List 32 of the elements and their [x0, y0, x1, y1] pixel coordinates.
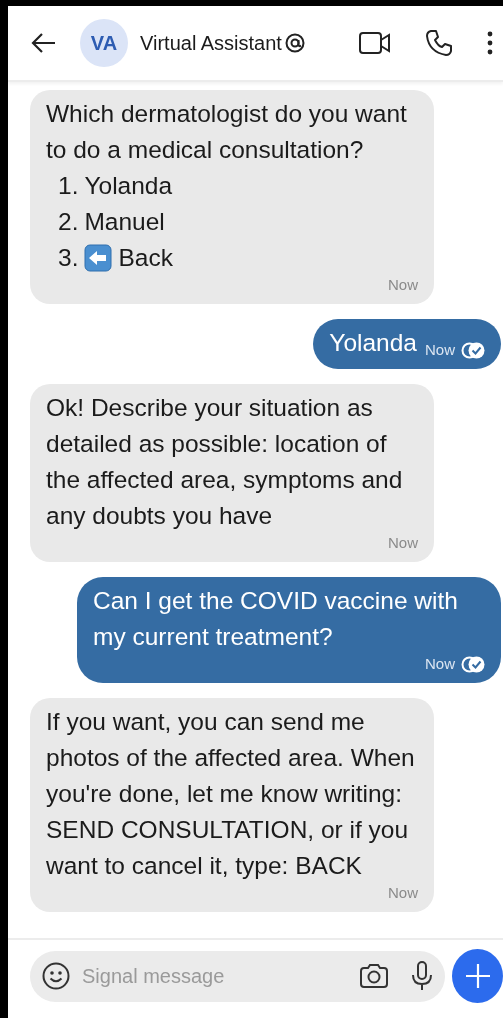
message-time: Now [388, 534, 418, 552]
list-number: 2. [58, 207, 79, 237]
plus-icon [464, 963, 491, 989]
message-input-field[interactable]: Signal message [80, 963, 349, 989]
list-option: Back [118, 240, 173, 276]
more-options-button[interactable] [487, 31, 493, 55]
composer-bar[interactable]: Signal message [30, 950, 445, 1002]
message-time: Now [425, 341, 455, 359]
delivered-icon [461, 341, 485, 359]
camera-icon[interactable] [359, 963, 389, 989]
phone-call-button[interactable] [425, 29, 453, 57]
list-option: Yolanda [84, 168, 173, 204]
delivered-icon [461, 655, 485, 673]
list-option: Manuel [84, 204, 165, 240]
contact-name[interactable]: Virtual Assistant [140, 31, 282, 55]
at-sign-icon [284, 33, 305, 53]
add-attachment-button[interactable] [452, 949, 503, 1003]
back-button[interactable] [30, 32, 56, 54]
emoji-icon[interactable] [42, 962, 70, 990]
video-call-button[interactable] [359, 31, 391, 55]
message-time: Now [388, 276, 418, 294]
message-text: Can I get the COVID vaccine with my current treatment? [93, 586, 459, 652]
message-text: If you want, you can send me photos of the affected area. When you're done, let me know writing: SEND CONSULTATION, or if you want to cancel it, type: BACK [46, 707, 416, 881]
list-number: 1. [58, 171, 79, 201]
message-text: Yolanda [329, 328, 417, 358]
message-text: Which dermatologist do you want to do a medical consultation? [46, 99, 408, 165]
list-number: 3. [58, 243, 79, 273]
avatar[interactable]: VA [80, 19, 128, 67]
microphone-icon[interactable] [411, 961, 433, 991]
message-time: Now [388, 884, 418, 902]
message-text: Ok! Describe your situation as detailed as possible: location of the affected area, symptoms and any doubts you have [46, 393, 404, 531]
message-time: Now [425, 655, 455, 673]
